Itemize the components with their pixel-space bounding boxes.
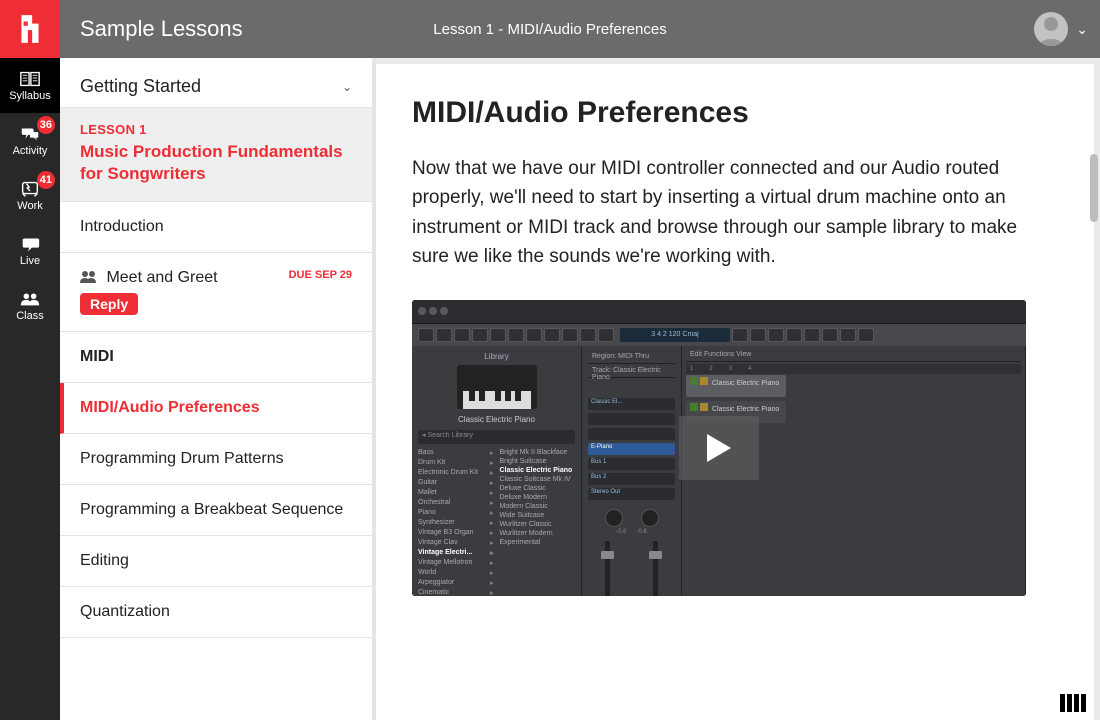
nav-label: Class xyxy=(16,310,44,322)
reply-button[interactable]: Reply xyxy=(80,293,138,315)
user-menu-chevron-icon[interactable]: ⌄ xyxy=(1076,21,1088,38)
nav-class[interactable]: Class xyxy=(0,278,60,333)
daw-titlebar xyxy=(412,300,1026,324)
nav-activity[interactable]: 36 Activity xyxy=(0,113,60,168)
section-header[interactable]: Getting Started ⌄ xyxy=(60,58,372,108)
due-date: DUE SEP 29 xyxy=(289,269,352,281)
lesson-title: Music Production Fundamentals for Songwr… xyxy=(80,141,352,185)
topic-midi[interactable]: MIDI xyxy=(60,332,372,383)
page-title: MIDI/Audio Preferences xyxy=(412,96,1058,130)
topic-programming-breakbeat[interactable]: Programming a Breakbeat Sequence xyxy=(60,485,372,536)
lcd-display: 3 4 2 120 Cmaj xyxy=(620,328,730,342)
nav-syllabus[interactable]: Syllabus xyxy=(0,58,60,113)
avatar[interactable] xyxy=(1034,12,1068,46)
chevron-down-icon: ⌄ xyxy=(342,80,352,94)
nav-live[interactable]: Live xyxy=(0,223,60,278)
lesson-header[interactable]: LESSON 1 Music Production Fundamentals f… xyxy=(60,108,372,202)
nav-work[interactable]: 41 Work xyxy=(0,168,60,223)
daw-library-panel: Library Classic Electric Piano ◂ Search … xyxy=(412,346,582,596)
daw-toolbar: 3 4 2 120 Cmaj xyxy=(412,324,1026,346)
people-icon xyxy=(80,270,98,284)
nav-label: Activity xyxy=(13,145,48,157)
section-title: Getting Started xyxy=(80,76,201,97)
badge: 41 xyxy=(37,171,55,189)
topic-meet-and-greet[interactable]: Meet and Greet DUE SEP 29 Reply xyxy=(60,253,372,332)
instrument-name: Classic Electric Piano xyxy=(418,415,575,424)
topic-label: Meet and Greet xyxy=(106,269,217,286)
piano-widget-icon[interactable] xyxy=(1060,694,1088,714)
video-player[interactable]: 3 4 2 120 Cmaj Library Classic Electric … xyxy=(412,300,1026,596)
nav-label: Live xyxy=(20,255,40,267)
app-header: Sample Lessons Lesson 1 - MIDI/Audio Pre… xyxy=(0,0,1100,58)
play-button[interactable] xyxy=(679,416,759,480)
content-pane: MIDI/Audio Preferences Now that we have … xyxy=(376,64,1094,720)
topic-midi-audio-preferences[interactable]: MIDI/Audio Preferences xyxy=(60,383,372,434)
header-title: Sample Lessons xyxy=(80,16,243,42)
lesson-eyebrow: LESSON 1 xyxy=(80,122,352,137)
topic-programming-drum-patterns[interactable]: Programming Drum Patterns xyxy=(60,434,372,485)
lesson-sidebar: Getting Started ⌄ LESSON 1 Music Product… xyxy=(60,58,376,720)
library-search: ◂ Search Library xyxy=(418,430,575,444)
left-nav: Syllabus 36 Activity 41 Work Live Class xyxy=(0,58,60,720)
topic-quantization[interactable]: Quantization xyxy=(60,587,372,638)
nav-label: Work xyxy=(17,200,42,212)
library-heading: Library xyxy=(418,352,575,361)
scrollbar[interactable] xyxy=(1090,64,1100,264)
badge: 36 xyxy=(37,116,55,134)
topic-introduction[interactable]: Introduction xyxy=(60,202,372,253)
instrument-thumbnail xyxy=(457,365,537,409)
brand-logo[interactable] xyxy=(0,0,60,58)
page-body: Now that we have our MIDI controller con… xyxy=(412,154,1058,272)
topic-editing[interactable]: Editing xyxy=(60,536,372,587)
nav-label: Syllabus xyxy=(9,90,51,102)
daw-channel-strip: Region: MIDI Thru Track: Classic Electri… xyxy=(582,346,682,596)
